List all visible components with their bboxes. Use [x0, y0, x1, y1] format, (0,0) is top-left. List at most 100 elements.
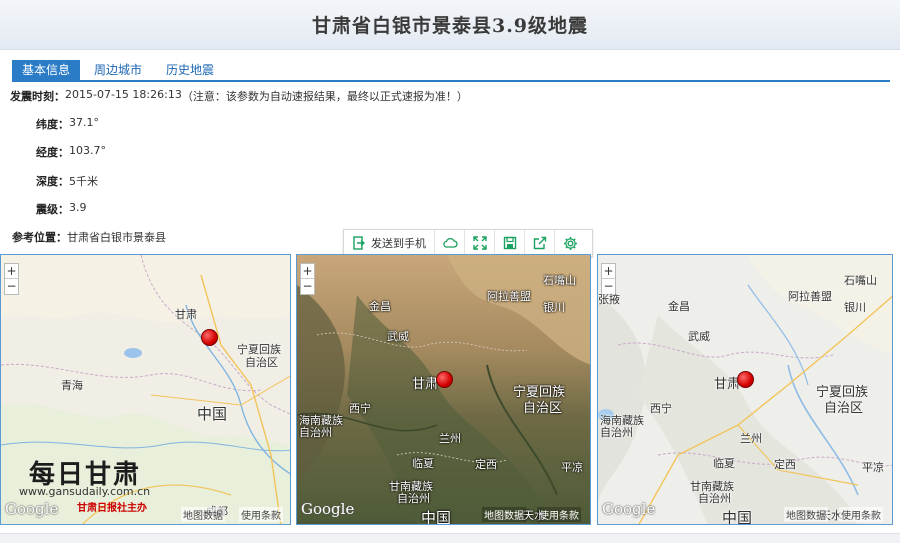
- depth-label: 深度：: [36, 175, 69, 188]
- map-label-china: 中国: [421, 509, 452, 525]
- map-label-gansu: 甘肃: [714, 377, 741, 392]
- map-label-china: 中国: [722, 509, 753, 525]
- zoom-in-button[interactable]: +: [602, 264, 615, 279]
- magnitude-label: 震级：: [36, 203, 69, 216]
- latitude-label: 纬度：: [36, 118, 69, 131]
- map-data-link[interactable]: 地图数据: [181, 507, 225, 522]
- watermark-subtitle: 甘肃日报社主办: [77, 503, 147, 514]
- map-label-lanzhou: 兰州: [740, 432, 762, 445]
- map-label-dingxi: 定西: [475, 458, 497, 471]
- cloud-button[interactable]: [435, 230, 465, 256]
- terms-link[interactable]: 使用条款: [839, 507, 883, 522]
- epicenter-marker[interactable]: [436, 371, 453, 388]
- latitude-value: 37.1°: [69, 116, 99, 129]
- location-value: 甘肃省白银市景泰县: [67, 231, 166, 244]
- fullscreen-button[interactable]: [465, 230, 495, 256]
- map-regional[interactable]: + − 甘肃 宁夏回族 自治区 青海 中国 成都 每日甘肃 www.gansud…: [0, 254, 291, 525]
- magnitude-row: 震级： 3.9: [36, 201, 87, 217]
- map-label-alashan: 阿拉善盟: [788, 290, 832, 303]
- map-label-wuwei: 武威: [387, 330, 409, 343]
- map-label-gannan-2: 自治州: [397, 492, 430, 505]
- settings-button[interactable]: [555, 230, 585, 256]
- depth-row: 深度： 5千米: [36, 173, 98, 189]
- epicenter-marker[interactable]: [737, 371, 754, 388]
- map-label-shizuishan: 石嘴山: [543, 274, 576, 287]
- tab-basic-info[interactable]: 基本信息: [12, 60, 81, 80]
- map-label-ningxia-2: 自治区: [245, 356, 278, 369]
- map-label-yinchuan: 银川: [543, 301, 565, 314]
- tab-nearby-cities[interactable]: 周边城市: [84, 60, 152, 80]
- save-button[interactable]: [495, 230, 525, 256]
- zoom-out-button[interactable]: −: [5, 279, 18, 294]
- map-label-gansu: 甘肃: [412, 377, 439, 392]
- zoom-in-button[interactable]: +: [301, 264, 314, 279]
- map-label-ningxia-2: 自治区: [824, 401, 864, 416]
- time-row: 发震时刻： 2015-07-15 18:26:13 （注意：该参数为自动速报结果…: [10, 88, 468, 104]
- map-label-pingliang: 平凉: [862, 461, 884, 474]
- depth-value: 5千米: [69, 175, 98, 188]
- map-label-pingliang: 平凉: [561, 461, 583, 474]
- gear-icon: [563, 236, 577, 250]
- map-label-gannan-2: 自治州: [698, 492, 731, 505]
- map-label-china: 中国: [197, 405, 228, 423]
- google-logo: Google: [301, 500, 355, 518]
- phone-send-icon: [353, 236, 366, 250]
- map-label-yinchuan: 银川: [844, 301, 866, 314]
- location-label: 参考位置：: [12, 231, 67, 244]
- watermark-url: www.gansudaily.com.cn: [19, 485, 151, 498]
- map-label-wuwei: 武威: [688, 330, 710, 343]
- map-data-link[interactable]: 地图数据: [784, 507, 828, 522]
- map-label-gansu: 甘肃: [175, 308, 197, 321]
- map-terrain[interactable]: + − 石嘴山 阿拉善盟 张掖 金昌 银川 武威 甘肃 宁夏回族 自治区 西宁 …: [597, 254, 893, 525]
- map-label-hainan-2: 自治州: [299, 426, 332, 439]
- map-satellite[interactable]: + − 石嘴山 阿拉善盟 金昌 银川 武威 甘肃 宁夏回族 自治区 西宁 海南藏…: [296, 254, 591, 525]
- map-label-alashan: 阿拉善盟: [487, 290, 531, 303]
- zoom-control-regional: + −: [4, 263, 19, 295]
- epicenter-marker[interactable]: [201, 329, 218, 346]
- longitude-label: 经度：: [36, 146, 69, 159]
- longitude-row: 经度： 103.7°: [36, 144, 106, 160]
- tab-history-quakes[interactable]: 历史地震: [156, 60, 224, 80]
- time-note: （注意：该参数为自动速报结果，最终以正式速报为准！）: [181, 90, 468, 103]
- map-label-hainan-2: 自治州: [600, 426, 633, 439]
- zoom-control-satellite: + −: [300, 263, 315, 295]
- save-icon: [503, 236, 516, 250]
- map-label-ningxia-2: 自治区: [523, 401, 563, 416]
- send-to-phone-button[interactable]: 发送到手机: [344, 230, 435, 256]
- google-logo: Google: [5, 500, 59, 518]
- terms-link[interactable]: 使用条款: [537, 507, 581, 522]
- time-value: 2015-07-15 18:26:13: [65, 88, 182, 101]
- cloud-icon: [442, 237, 458, 248]
- map-label-linxia: 临夏: [412, 457, 434, 470]
- map-label-shizuishan: 石嘴山: [844, 274, 877, 287]
- map-label-jinchang: 金昌: [668, 300, 690, 313]
- share-button[interactable]: [525, 230, 555, 256]
- zoom-in-button[interactable]: +: [5, 264, 18, 279]
- map-label-xining: 西宁: [650, 402, 672, 415]
- send-to-phone-label: 发送到手机: [371, 237, 426, 250]
- map-label-jinchang: 金昌: [369, 300, 391, 313]
- time-label: 发震时刻：: [10, 90, 65, 103]
- magnitude-value: 3.9: [69, 201, 87, 214]
- terms-link[interactable]: 使用条款: [239, 507, 283, 522]
- page-footer: [0, 533, 900, 543]
- map-data-link[interactable]: 地图数据: [482, 507, 526, 522]
- location-row: 参考位置： 甘肃省白银市景泰县: [12, 229, 166, 245]
- map-label-zhangye: 张掖: [598, 293, 620, 306]
- map-label-lanzhou: 兰州: [439, 432, 461, 445]
- longitude-value: 103.7°: [69, 144, 106, 157]
- map-label-linxia: 临夏: [713, 457, 735, 470]
- tab-bar: 基本信息 周边城市 历史地震: [12, 60, 224, 80]
- tab-underline: [12, 80, 890, 82]
- fullscreen-icon: [472, 236, 487, 250]
- page-title: 甘肃省白银市景泰县3.9级地震: [311, 15, 589, 37]
- zoom-out-button[interactable]: −: [301, 279, 314, 294]
- map-label-qinghai: 青海: [61, 379, 83, 392]
- share-toolbar: 发送到手机: [343, 229, 593, 257]
- page-header: 甘肃省白银市景泰县3.9级地震: [0, 0, 900, 50]
- map-label-dingxi: 定西: [774, 458, 796, 471]
- map-label-xining: 西宁: [349, 402, 371, 415]
- latitude-row: 纬度： 37.1°: [36, 116, 99, 132]
- share-icon: [533, 236, 546, 250]
- google-logo: Google: [602, 500, 656, 518]
